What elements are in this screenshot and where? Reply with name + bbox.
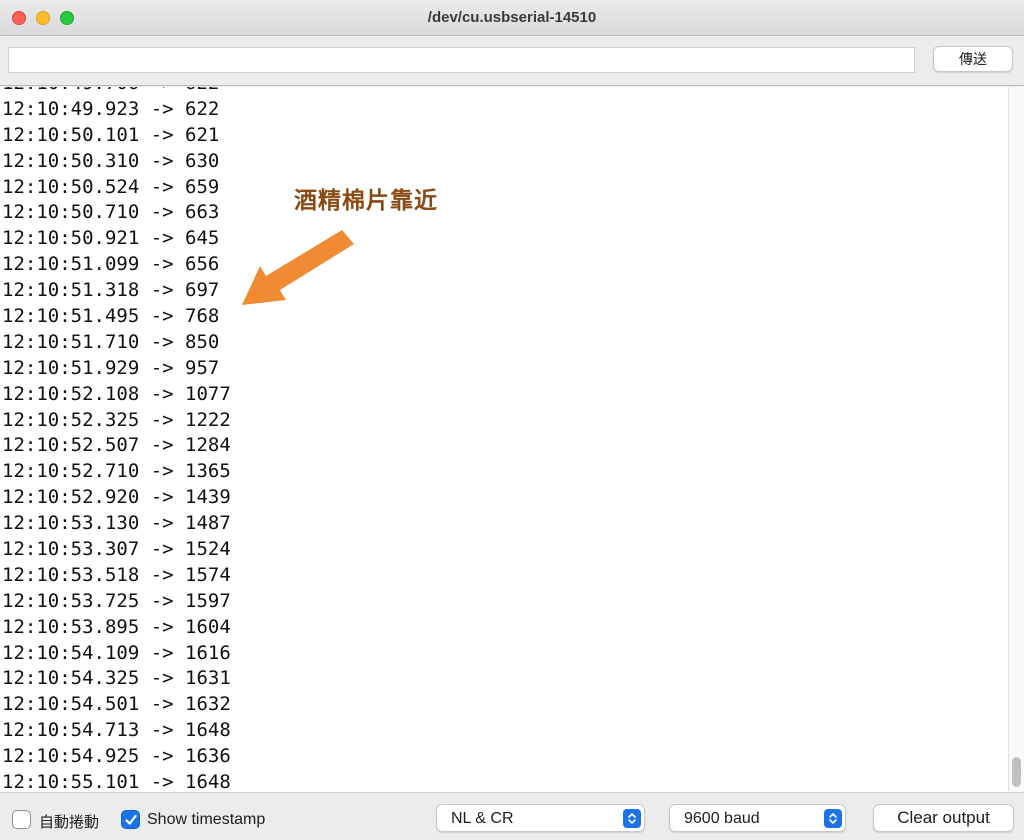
- serial-output-area[interactable]: 12:10:49.706 -> 62212:10:49.923 -> 622 12…: [0, 87, 1008, 792]
- output-line: 12:10:50.710 -> 663: [2, 201, 220, 224]
- checkmark-icon: [125, 814, 137, 825]
- output-line: 12:10:51.495 -> 768: [2, 305, 220, 328]
- output-line: 12:10:54.325 -> 1631: [2, 667, 231, 690]
- status-bar: 自動捲動 Show timestamp NL & CR 9600 baud Cl…: [0, 792, 1024, 840]
- output-line: 12:10:50.524 -> 659: [2, 175, 220, 198]
- line-ending-select[interactable]: NL & CR: [436, 804, 645, 832]
- annotation-label: 酒精棉片靠近: [294, 188, 438, 214]
- output-line: 12:10:52.920 -> 1439: [2, 486, 231, 509]
- line-ending-value: NL & CR: [451, 810, 514, 827]
- output-line: 12:10:54.925 -> 1636: [2, 745, 231, 768]
- output-line: 12:10:52.507 -> 1284: [2, 434, 231, 457]
- output-line: 12:10:50.310 -> 630: [2, 149, 220, 172]
- output-line: 12:10:51.318 -> 697: [2, 279, 220, 302]
- output-line: 12:10:49.923 -> 622: [2, 97, 220, 120]
- show-timestamp-label[interactable]: Show timestamp: [147, 811, 265, 829]
- output-line: 12:10:54.501 -> 1632: [2, 693, 231, 716]
- output-line: 12:10:53.518 -> 1574: [2, 563, 231, 586]
- send-toolbar: 傳送: [0, 36, 1024, 86]
- output-line: 12:10:51.710 -> 850: [2, 330, 220, 353]
- output-line: 12:10:50.101 -> 621: [2, 123, 220, 146]
- send-button[interactable]: 傳送: [933, 46, 1013, 72]
- scrollbar-thumb[interactable]: [1012, 757, 1021, 787]
- title-bar: /dev/cu.usbserial-14510: [0, 0, 1024, 36]
- show-timestamp-checkbox[interactable]: [121, 810, 140, 829]
- autoscroll-label[interactable]: 自動捲動: [39, 811, 99, 832]
- chevron-updown-icon: [824, 809, 842, 828]
- output-line: 12:10:53.130 -> 1487: [2, 512, 231, 535]
- annotation-arrow-icon: [242, 230, 354, 305]
- output-line: 12:10:53.307 -> 1524: [2, 538, 231, 561]
- serial-output-lines: 12:10:49.706 -> 62212:10:49.923 -> 622 12…: [2, 87, 231, 792]
- serial-send-input[interactable]: [8, 47, 915, 73]
- output-line: 12:10:50.921 -> 645: [2, 227, 220, 250]
- output-line: 12:10:54.713 -> 1648: [2, 719, 231, 742]
- window-title: /dev/cu.usbserial-14510: [427, 9, 597, 26]
- output-line: 12:10:55.101 -> 1648: [2, 771, 231, 792]
- baud-rate-value: 9600 baud: [684, 810, 760, 827]
- output-line: 12:10:53.725 -> 1597: [2, 589, 231, 612]
- clear-output-button[interactable]: Clear output: [873, 804, 1014, 832]
- output-line: 12:10:49.706 -> 622: [2, 87, 231, 97]
- output-line: 12:10:51.929 -> 957: [2, 356, 220, 379]
- chevron-updown-icon: [623, 809, 641, 828]
- autoscroll-checkbox[interactable]: [12, 810, 31, 829]
- output-scrollbar[interactable]: [1008, 87, 1024, 792]
- output-line: 12:10:52.325 -> 1222: [2, 408, 231, 431]
- output-line: 12:10:52.710 -> 1365: [2, 460, 231, 483]
- output-line: 12:10:53.895 -> 1604: [2, 615, 231, 638]
- output-line: 12:10:52.108 -> 1077: [2, 382, 231, 405]
- output-line: 12:10:51.099 -> 656: [2, 253, 220, 276]
- baud-rate-select[interactable]: 9600 baud: [669, 804, 846, 832]
- output-line: 12:10:54.109 -> 1616: [2, 641, 231, 664]
